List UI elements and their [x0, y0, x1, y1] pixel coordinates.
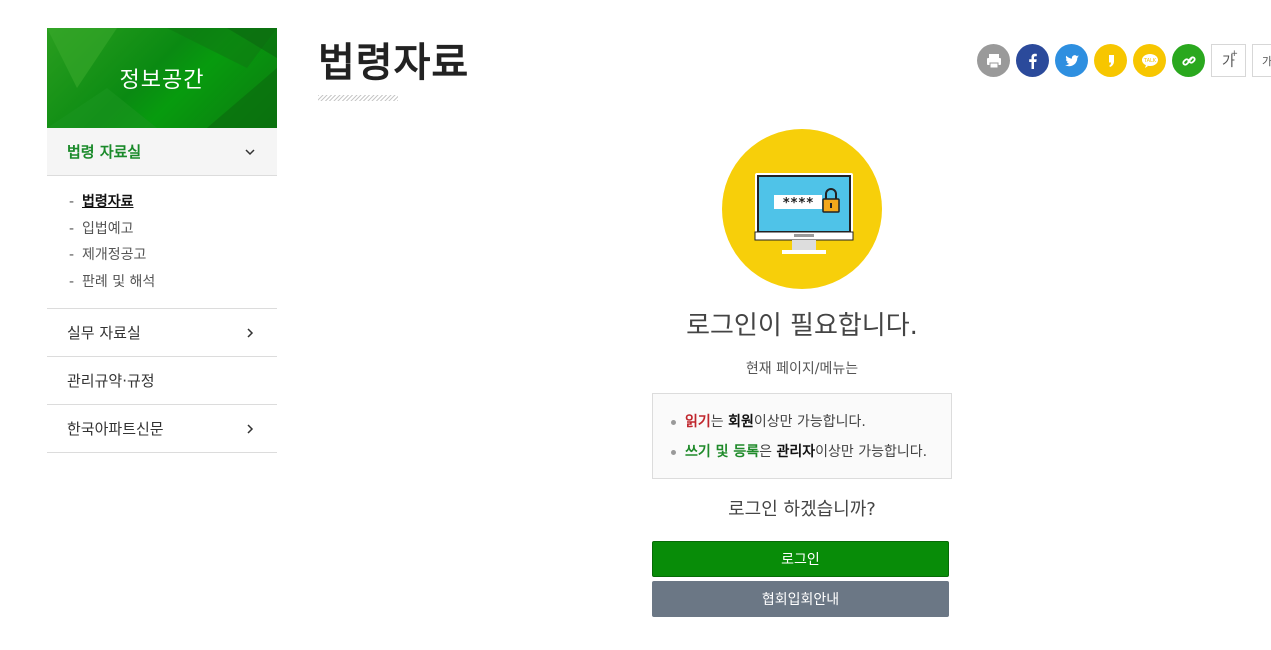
chevron-right-icon — [247, 327, 254, 338]
submenu-item-legislation-notice[interactable]: - 입법예고 — [69, 216, 277, 243]
font-decrease-button[interactable]: 가 — [1252, 44, 1271, 77]
print-icon[interactable] — [977, 44, 1010, 77]
chevron-right-icon — [247, 423, 254, 434]
sidebar-item-label: 법령 자료실 — [67, 143, 142, 161]
submenu-item-precedents[interactable]: - 판례 및 해석 — [69, 269, 277, 296]
link-icon[interactable] — [1172, 44, 1205, 77]
login-confirm-question: 로그인 하겠습니까? — [728, 499, 876, 520]
sidebar-item-label: 관리규약·규정 — [67, 372, 155, 390]
font-increase-button[interactable]: 가 + — [1211, 44, 1246, 77]
submenu-item-revision-notice[interactable]: - 제개정공고 — [69, 242, 277, 269]
login-required-subtext: 현재 페이지/메뉴는 — [745, 361, 859, 377]
kakaostory-icon[interactable] — [1094, 44, 1127, 77]
sidebar-item-practice-library[interactable]: 실무 자료실 — [47, 309, 277, 357]
facebook-icon[interactable] — [1016, 44, 1049, 77]
page-title: 법령자료 — [318, 40, 470, 86]
sidebar-item-apartment-news[interactable]: 한국아파트신문 — [47, 405, 277, 453]
sidebar-header: 정보공간 — [47, 28, 277, 128]
svg-text:TALK: TALK — [1142, 58, 1156, 64]
title-underline — [318, 95, 398, 101]
login-required-heading: 로그인이 필요합니다. — [686, 311, 918, 341]
sidebar-item-label: 한국아파트신문 — [67, 420, 164, 438]
permission-rule: 쓰기 및 등록은 관리자이상만 가능합니다. — [671, 438, 951, 468]
permission-rule: 읽기는 회원이상만 가능합니다. — [671, 408, 951, 438]
sidebar: 정보공간 법령 자료실 - 법령자료 - 입법예고 - 제개정공고 - 판례 및 해석 … — [47, 28, 277, 453]
chevron-down-icon — [245, 148, 255, 155]
twitter-icon[interactable] — [1055, 44, 1088, 77]
sidebar-item-law-library[interactable]: 법령 자료실 — [47, 128, 277, 176]
monitor-lock-icon: **** — [754, 173, 854, 254]
membership-info-button[interactable]: 협회입회안내 — [652, 581, 949, 617]
svg-text:****: **** — [782, 196, 813, 211]
permission-info-box: 읽기는 회원이상만 가능합니다. 쓰기 및 등록은 관리자이상만 가능합니다. — [652, 393, 952, 479]
share-toolbar: TALK 가 + 가 — [977, 44, 1271, 77]
login-required-illustration: **** — [722, 129, 882, 289]
sidebar-item-regulations[interactable]: 관리규약·규정 — [47, 357, 277, 405]
kakaotalk-icon[interactable]: TALK — [1133, 44, 1166, 77]
sidebar-title: 정보공간 — [119, 68, 205, 93]
sidebar-submenu: - 법령자료 - 입법예고 - 제개정공고 - 판례 및 해석 — [47, 176, 277, 309]
sidebar-item-label: 실무 자료실 — [67, 324, 141, 342]
login-button[interactable]: 로그인 — [652, 541, 949, 577]
submenu-item-law-data[interactable]: - 법령자료 — [69, 189, 277, 216]
